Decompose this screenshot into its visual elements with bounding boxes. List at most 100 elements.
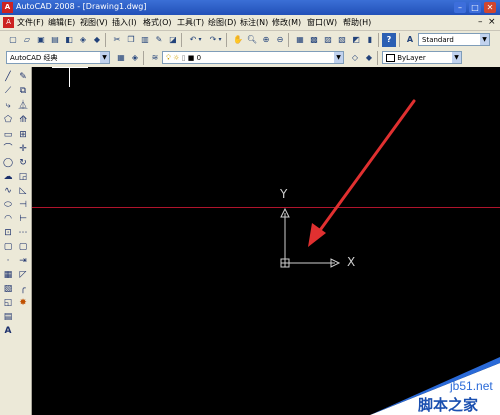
menu-help[interactable]: 帮助(H) <box>343 17 371 28</box>
match-properties-icon[interactable]: ✎ <box>152 33 166 47</box>
hatch-icon[interactable]: ▦ <box>2 269 14 281</box>
polyline-icon[interactable]: ⤷ <box>2 100 14 112</box>
arc-icon[interactable]: ⌒ <box>2 143 14 155</box>
scale-icon[interactable]: ◲ <box>17 171 29 183</box>
chevron-down-icon: ▼ <box>452 52 461 63</box>
break-at-point-icon[interactable]: ⋯ <box>17 227 29 239</box>
document-icon[interactable]: A <box>3 17 14 28</box>
doc-close-button[interactable]: × <box>488 17 496 27</box>
point-icon[interactable]: · <box>2 255 14 267</box>
make-block-icon[interactable]: ▢ <box>2 241 14 253</box>
menu-format[interactable]: 格式(O) <box>143 17 172 28</box>
rectangle-icon[interactable]: ▭ <box>2 129 14 141</box>
ucs-y-label: Y <box>280 187 288 201</box>
menu-draw[interactable]: 绘图(D) <box>208 17 236 28</box>
line-icon[interactable]: ╱ <box>2 71 14 83</box>
draw-modify-toolbars: ╱ ⟋ ⤷ ⬠ ▭ ⌒ ◯ ☁︎ ∿ ⬭ ◠ ⊡ ▢ · ▦ ▧ ◱ ▤ A ✎… <box>0 67 32 415</box>
array-icon[interactable]: ⊞ <box>17 129 29 141</box>
workspace-settings-icon[interactable]: ▦ <box>114 51 128 65</box>
color-select[interactable]: ByLayer ▼ <box>382 51 462 64</box>
mirror-icon[interactable]: ⏅ <box>17 100 29 112</box>
ellipse-arc-icon[interactable]: ◠ <box>2 213 14 225</box>
erase-icon[interactable]: ✎ <box>17 71 29 83</box>
undo-dropdown-icon[interactable]: ▾ <box>196 33 204 47</box>
layer-manager-icon[interactable]: ≋ <box>148 51 162 65</box>
3d-dwf-icon[interactable]: ◆ <box>90 33 104 47</box>
autocad-app-icon[interactable]: A <box>2 2 13 13</box>
text-style-icon: A <box>406 35 414 44</box>
join-icon[interactable]: ⇥ <box>17 255 29 267</box>
chamfer-icon[interactable]: ◸ <box>17 269 29 281</box>
open-file-icon[interactable]: ▱ <box>20 33 34 47</box>
help-icon[interactable]: ? <box>382 33 396 47</box>
copy-object-icon[interactable]: ⧉ <box>17 85 29 97</box>
menu-view[interactable]: 视图(V) <box>80 17 108 28</box>
menu-insert[interactable]: 插入(I) <box>112 17 137 28</box>
polygon-icon[interactable]: ⬠ <box>2 114 14 126</box>
construction-line-icon[interactable]: ⟋ <box>2 85 14 97</box>
layer-select[interactable]: 💡︎ ☼ ▯ ■ 0 ▼ <box>162 51 344 64</box>
spline-icon[interactable]: ∿ <box>2 185 14 197</box>
table-icon[interactable]: ▤ <box>2 311 14 323</box>
separator <box>399 33 400 47</box>
pan-icon[interactable]: ✋ <box>231 33 245 47</box>
menu-modify[interactable]: 修改(M) <box>272 17 301 28</box>
save-icon[interactable]: ▣ <box>34 33 48 47</box>
circle-icon[interactable]: ◯ <box>2 157 14 169</box>
sheet-set-icon[interactable]: ▧ <box>335 33 349 47</box>
copy-icon[interactable]: ❐ <box>124 33 138 47</box>
minimize-button[interactable]: – <box>454 2 466 13</box>
calculator-icon[interactable]: ▮ <box>363 33 377 47</box>
revision-cloud-icon[interactable]: ☁︎ <box>2 171 14 183</box>
insert-block-icon[interactable]: ⊡ <box>2 227 14 239</box>
region-icon[interactable]: ◱ <box>2 297 14 309</box>
menu-window[interactable]: 窗口(W) <box>307 17 337 28</box>
plot-preview-icon[interactable]: ◧ <box>62 33 76 47</box>
publish-icon[interactable]: ◈ <box>76 33 90 47</box>
menu-bar: A 文件(F) 编辑(E) 视图(V) 插入(I) 格式(O) 工具(T) 绘图… <box>0 15 500 31</box>
workspace-select[interactable]: AutoCAD 经典 ▼ <box>6 51 110 64</box>
tool-palettes-icon[interactable]: ▨ <box>321 33 335 47</box>
menu-edit[interactable]: 编辑(E) <box>48 17 75 28</box>
doc-minimize-button[interactable]: – <box>478 17 483 27</box>
multiline-text-icon[interactable]: A <box>2 325 14 337</box>
properties-icon[interactable]: ▦ <box>293 33 307 47</box>
gradient-icon[interactable]: ▧ <box>2 283 14 295</box>
watermark-logo: jb51.net 脚本之家 <box>370 357 500 415</box>
markup-icon[interactable]: ◩ <box>349 33 363 47</box>
trim-icon[interactable]: ⊣ <box>17 199 29 211</box>
zoom-window-icon[interactable]: ⊕ <box>259 33 273 47</box>
rotate-icon[interactable]: ↻ <box>17 157 29 169</box>
move-icon[interactable]: ✛ <box>17 143 29 155</box>
red-annotation-arrow <box>308 99 416 247</box>
stretch-icon[interactable]: ◺ <box>17 185 29 197</box>
ellipse-icon[interactable]: ⬭ <box>2 199 14 211</box>
block-editor-icon[interactable]: ◪ <box>166 33 180 47</box>
cut-icon[interactable]: ✂ <box>110 33 124 47</box>
window-title: AutoCAD 2008 - [Drawing1.dwg] <box>16 2 147 11</box>
offset-icon[interactable]: ⟰ <box>17 114 29 126</box>
close-button[interactable]: ✕ <box>484 2 496 13</box>
text-style-select[interactable]: Standard ▼ <box>418 33 490 46</box>
print-icon[interactable]: ▤ <box>48 33 62 47</box>
make-layer-current-icon[interactable]: ◇ <box>348 51 362 65</box>
menu-tools[interactable]: 工具(T) <box>177 17 204 28</box>
menu-dimension[interactable]: 标注(N) <box>240 17 268 28</box>
design-center-icon[interactable]: ▩ <box>307 33 321 47</box>
layer-color-icon: ■ <box>187 54 195 62</box>
extend-icon[interactable]: ⊢ <box>17 213 29 225</box>
paste-icon[interactable]: ▥ <box>138 33 152 47</box>
zoom-realtime-icon[interactable]: 🔍︎ <box>245 33 259 47</box>
menu-file[interactable]: 文件(F) <box>17 17 44 28</box>
workspace-save-icon[interactable]: ◈ <box>128 51 142 65</box>
explode-icon[interactable]: ✸ <box>17 297 29 309</box>
maximize-button[interactable]: □ <box>469 2 481 13</box>
layer-lock-icon: ▯ <box>181 54 186 62</box>
redo-dropdown-icon[interactable]: ▾ <box>216 33 224 47</box>
drawing-canvas[interactable]: Y X jb51.net 脚本之家 <box>32 67 500 415</box>
zoom-previous-icon[interactable]: ⊖ <box>273 33 287 47</box>
break-icon[interactable]: ▢ <box>17 241 29 253</box>
layer-previous-icon[interactable]: ◆ <box>362 51 376 65</box>
fillet-icon[interactable]: ╭ <box>17 283 29 295</box>
new-file-icon[interactable]: ▢ <box>6 33 20 47</box>
